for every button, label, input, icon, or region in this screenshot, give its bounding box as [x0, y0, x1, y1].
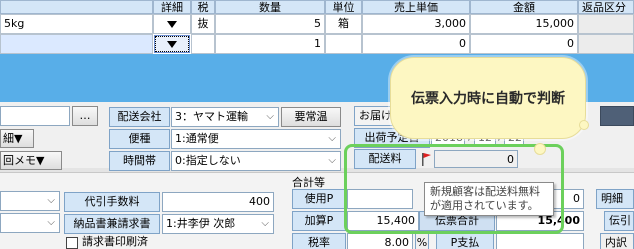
cell-unit-price[interactable]: 0 — [362, 34, 470, 54]
breakdown-button[interactable]: 内訳 — [600, 233, 634, 249]
timeslot-select[interactable]: 0:指定しない ⌵ — [171, 151, 341, 171]
p-payment-field[interactable] — [496, 233, 584, 249]
chevron-down-icon: ⌵ — [47, 217, 55, 228]
header-amount: 金額 — [470, 0, 578, 14]
delivery-invoice-select[interactable]: 1:井李伊 次郎 ⌵ — [162, 214, 274, 234]
triangle-down-icon — [167, 20, 177, 28]
cod-fee-field[interactable]: 400 — [162, 192, 274, 212]
cell-quantity[interactable]: 1 — [215, 34, 325, 54]
service-label: 便種 — [109, 129, 170, 149]
cell-unit[interactable] — [325, 34, 362, 54]
cell-unit-price[interactable]: 3,000 — [362, 14, 470, 34]
cell-quantity[interactable]: 5 — [215, 14, 325, 34]
memo-dropdown[interactable]: 回メモ▼ — [0, 151, 62, 170]
line-items-grid: 詳細 税 数量 単位 売上単価 金額 返品区分 5kg 抜 5 箱 3,000 … — [0, 0, 634, 54]
cell-tax[interactable]: 抜 — [191, 14, 215, 34]
slip-discount-button[interactable]: 伝引 — [604, 211, 634, 231]
cell-product-name[interactable]: 5kg — [0, 14, 153, 34]
service-value: 1:通常便 — [175, 132, 219, 145]
left-select[interactable]: ⌵ — [0, 213, 60, 233]
detail-dropdown-button[interactable] — [154, 35, 190, 53]
delivery-invoice-label: 納品書兼請求書 — [64, 214, 160, 234]
percent-sign: % — [415, 233, 429, 249]
delivery-invoice-value: 1:井李伊 次郎 — [166, 217, 236, 230]
chevron-down-icon: ⌵ — [328, 155, 336, 166]
left-select[interactable]: ⌵ — [0, 191, 60, 211]
service-select[interactable]: 1:通常便 ⌵ — [171, 129, 341, 149]
ellipsis-button[interactable]: … — [72, 106, 98, 126]
tax-rate-field[interactable]: 8.00 — [347, 233, 413, 249]
detail-dropdown[interactable]: 細▼ — [0, 129, 34, 148]
chevron-down-icon: ⌵ — [261, 218, 269, 229]
callout-tail-dot — [579, 120, 589, 130]
triangle-down-icon — [167, 40, 177, 48]
header-detail: 詳細 — [153, 0, 191, 14]
carrier-value: 3：ヤマト運輸 — [175, 110, 248, 123]
callout-bubble: 伝票入力時に自動で判断 — [390, 57, 586, 139]
chevron-down-icon: ⌵ — [328, 133, 336, 144]
header-quantity: 数量 — [215, 0, 325, 14]
timeslot-value: 0:指定しない — [175, 154, 241, 167]
totals-section-label: 合計等 — [292, 176, 325, 189]
callout-text: 伝票入力時に自動で判断 — [411, 91, 565, 107]
detail-dropdown-button[interactable] — [153, 14, 191, 34]
invoice-printed-checkbox[interactable] — [66, 237, 78, 249]
carrier-select[interactable]: 3：ヤマト運輸 ⌵ — [171, 107, 279, 127]
side-tab[interactable] — [600, 106, 634, 126]
tax-rate-label: 税率 — [292, 233, 346, 249]
use-points-label: 使用P — [292, 189, 346, 209]
add-points-label: 加算P — [292, 211, 346, 231]
chevron-down-icon: ⌵ — [266, 111, 274, 122]
header-unit-price: 売上単価 — [362, 0, 470, 14]
invoice-printed-label: 請求書印刷済 — [82, 235, 148, 248]
room-temp-button[interactable]: 要常温 — [281, 107, 341, 127]
tooltip-line-2: が適用されています。 — [430, 199, 539, 212]
cell-amount[interactable]: 15,000 — [470, 14, 578, 34]
chevron-down-icon: ⌵ — [47, 195, 55, 206]
carrier-label: 配送会社 — [109, 107, 170, 127]
timeslot-label: 時間帯 — [109, 151, 170, 171]
detail-button[interactable]: 明細 — [596, 189, 634, 209]
tooltip-line-1: 新規顧客は配送料無料 — [430, 185, 540, 198]
cell-product-name[interactable] — [0, 34, 153, 54]
header-return-type: 返品区分 — [578, 0, 634, 14]
shipping-fee-tooltip: 新規顧客は配送料無料 が適用されています。 — [424, 182, 554, 216]
p-payment-label: P支払 — [436, 233, 494, 249]
header-unit: 単位 — [325, 0, 362, 14]
cell-return-type[interactable] — [578, 14, 634, 34]
callout-tail-dot — [534, 143, 546, 155]
address-field[interactable] — [0, 106, 70, 126]
header-tax: 税 — [191, 0, 215, 14]
cod-fee-label: 代引手数料 — [64, 192, 160, 212]
cell-tax[interactable] — [191, 34, 215, 54]
cell-return-type[interactable] — [578, 34, 634, 54]
cell-amount[interactable]: 0 — [470, 34, 578, 54]
cell-unit[interactable]: 箱 — [325, 14, 362, 34]
header-blank — [0, 0, 153, 14]
